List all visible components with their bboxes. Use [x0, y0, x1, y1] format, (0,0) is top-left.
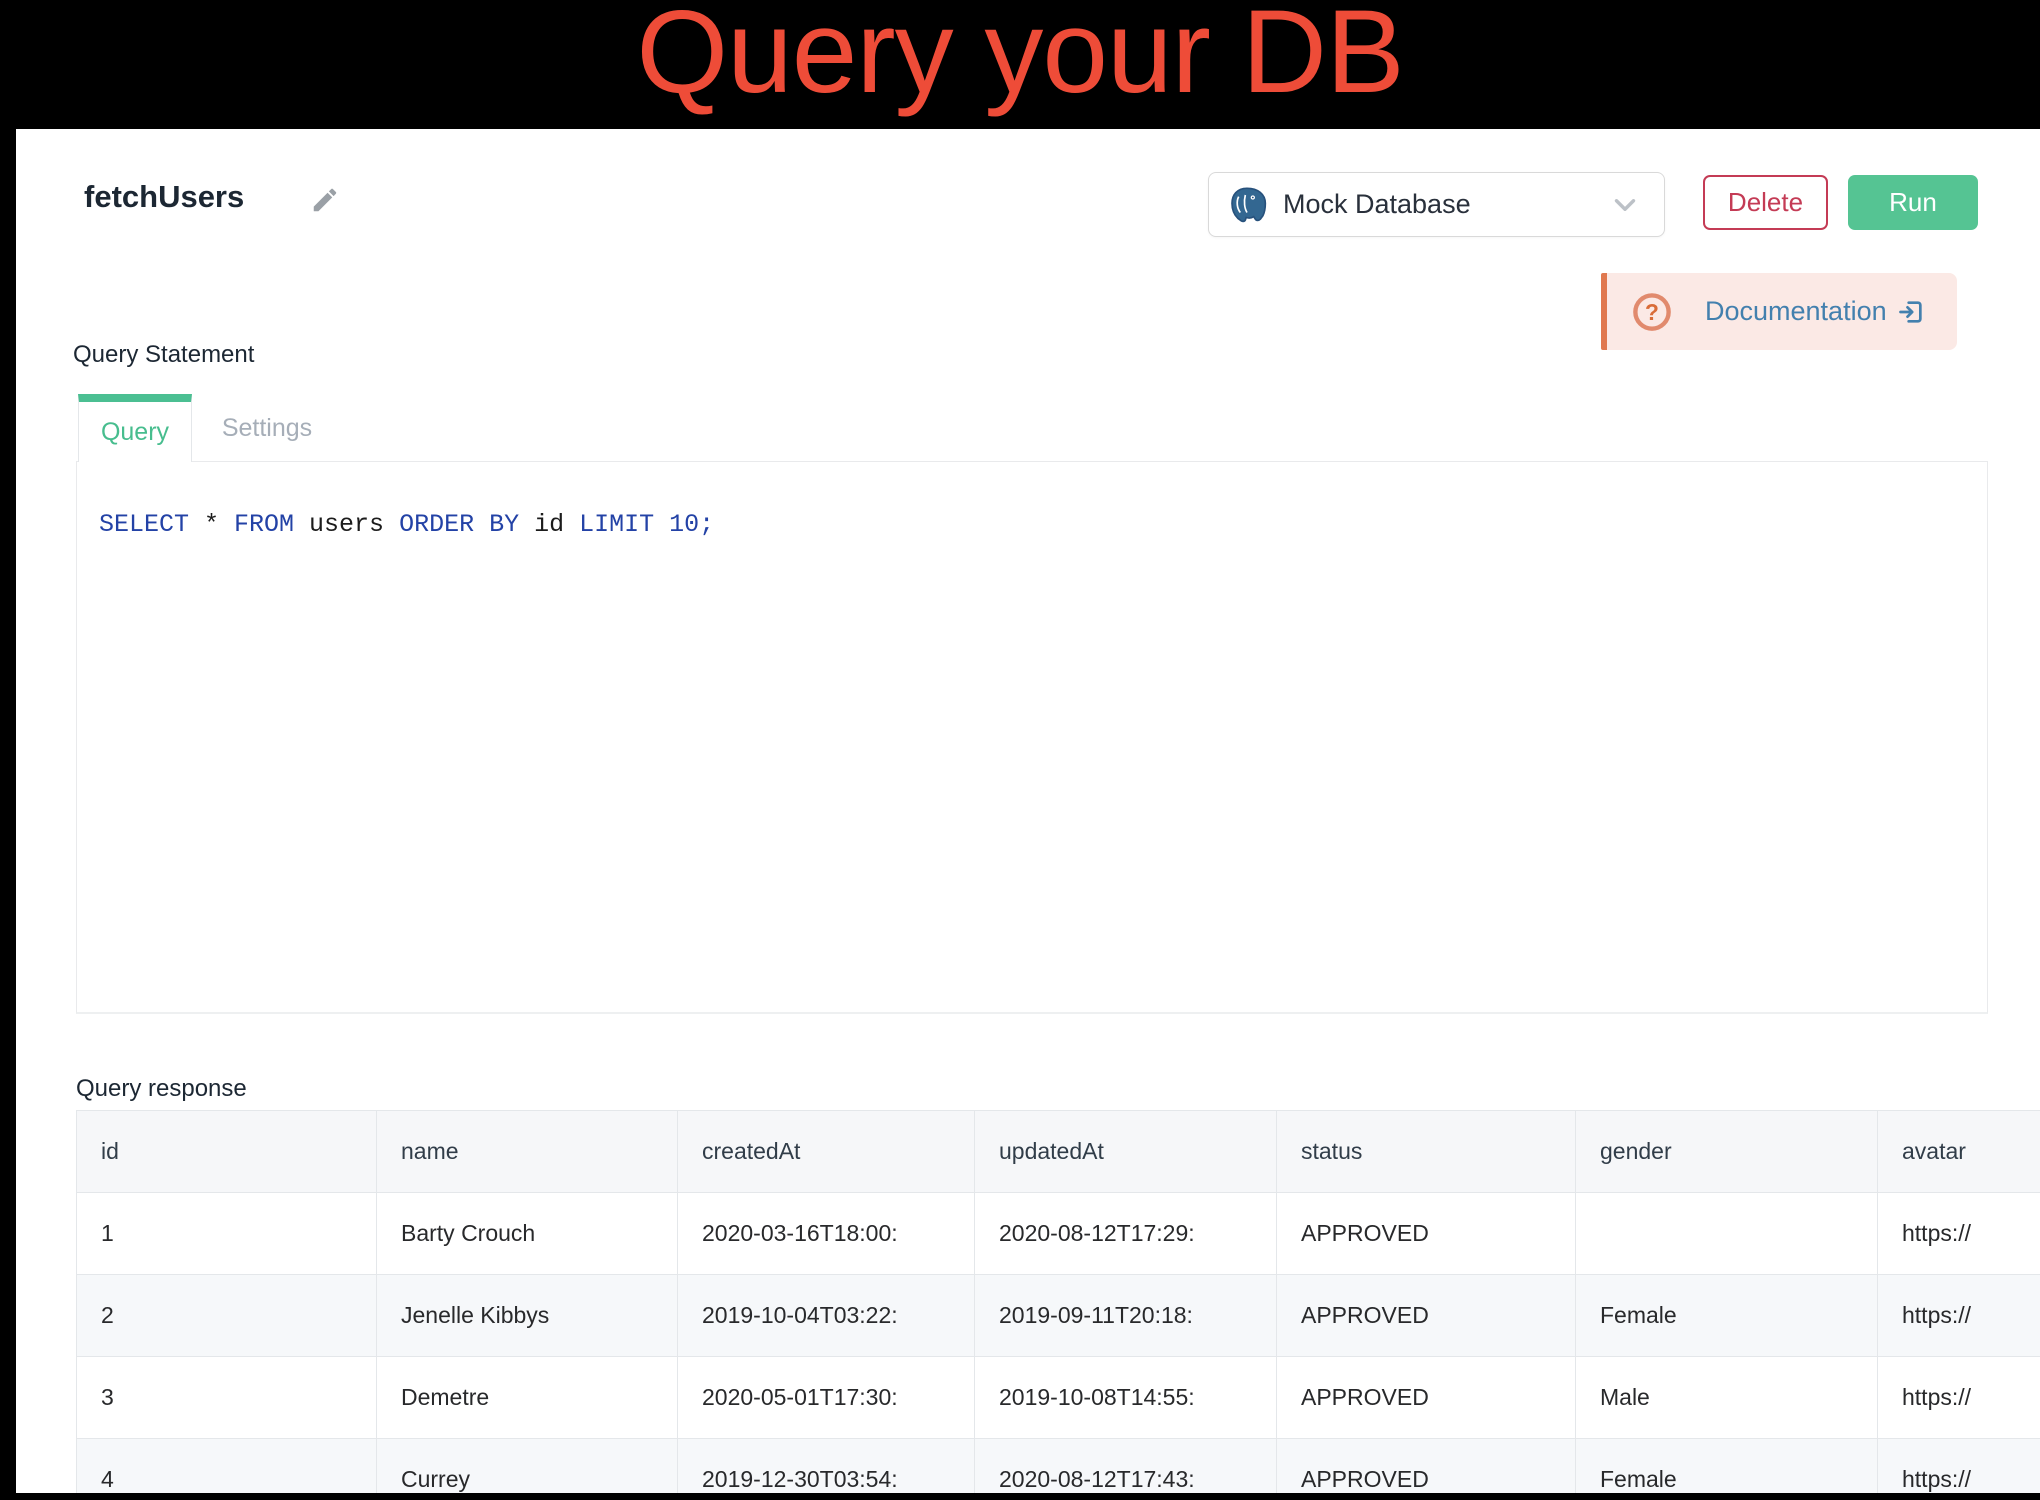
cell-status: APPROVED: [1277, 1193, 1576, 1275]
cell-name: Jenelle Kibbys: [377, 1275, 678, 1357]
cell-createdAt: 2019-10-04T03:22:: [678, 1275, 975, 1357]
cell-updatedAt: 2020-08-12T17:43:: [975, 1439, 1277, 1494]
column-header-updatedAt: updatedAt: [975, 1111, 1277, 1193]
column-header-id: id: [77, 1111, 377, 1193]
response-table-container: idnamecreatedAtupdatedAtstatusgenderavat…: [76, 1110, 2040, 1493]
cell-updatedAt: 2019-10-08T14:55:: [975, 1357, 1277, 1439]
column-header-status: status: [1277, 1111, 1576, 1193]
sql-token: LIMIT: [579, 510, 654, 539]
cell-createdAt: 2020-03-16T18:00:: [678, 1193, 975, 1275]
question-mark-icon: ?: [1631, 291, 1673, 333]
cell-avatar: https://: [1878, 1193, 2040, 1275]
column-header-name: name: [377, 1111, 678, 1193]
cell-id: 3: [77, 1357, 377, 1439]
cell-gender: Male: [1576, 1357, 1878, 1439]
top-banner: Query your DB: [0, 0, 2040, 129]
database-selector[interactable]: Mock Database: [1208, 172, 1665, 237]
cell-gender: Female: [1576, 1275, 1878, 1357]
cell-name: Currey: [377, 1439, 678, 1494]
cell-updatedAt: 2019-09-11T20:18:: [975, 1275, 1277, 1357]
table-row: 4Currey2019-12-30T03:54:2020-08-12T17:43…: [77, 1439, 2040, 1494]
sql-code-line: SELECT * FROM users ORDER BY id LIMIT 10…: [77, 462, 1987, 539]
table-row: 3Demetre2020-05-01T17:30:2019-10-08T14:5…: [77, 1357, 2040, 1439]
cell-status: APPROVED: [1277, 1439, 1576, 1494]
cell-createdAt: 2019-12-30T03:54:: [678, 1439, 975, 1494]
cell-name: Demetre: [377, 1357, 678, 1439]
cell-id: 4: [77, 1439, 377, 1494]
table-header-row: idnamecreatedAtupdatedAtstatusgenderavat…: [77, 1111, 2040, 1193]
tab-query[interactable]: Query: [78, 394, 192, 462]
sql-token: id: [519, 510, 579, 539]
cell-status: APPROVED: [1277, 1275, 1576, 1357]
sql-token: ORDER BY: [399, 510, 519, 539]
chevron-down-icon: [1608, 188, 1642, 222]
cell-gender: Female: [1576, 1439, 1878, 1494]
database-selector-value: Mock Database: [1283, 189, 1608, 220]
cell-id: 1: [77, 1193, 377, 1275]
sql-token: *: [189, 510, 234, 539]
column-header-gender: gender: [1576, 1111, 1878, 1193]
sql-editor[interactable]: SELECT * FROM users ORDER BY id LIMIT 10…: [76, 461, 1988, 1014]
query-tabs: QuerySettings: [78, 394, 342, 462]
cell-avatar: https://: [1878, 1275, 2040, 1357]
column-header-createdAt: createdAt: [678, 1111, 975, 1193]
sql-token: SELECT: [99, 510, 189, 539]
tab-settings[interactable]: Settings: [192, 394, 342, 462]
external-link-icon: [1897, 298, 1925, 326]
delete-button[interactable]: Delete: [1703, 175, 1828, 230]
table-row: 1Barty Crouch2020-03-16T18:00:2020-08-12…: [77, 1193, 2040, 1275]
cell-gender: [1576, 1193, 1878, 1275]
cell-updatedAt: 2020-08-12T17:29:: [975, 1193, 1277, 1275]
query-statement-label: Query Statement: [73, 341, 254, 369]
cell-createdAt: 2020-05-01T17:30:: [678, 1357, 975, 1439]
svg-text:?: ?: [1645, 298, 1659, 324]
cell-id: 2: [77, 1275, 377, 1357]
documentation-link[interactable]: ? Documentation: [1601, 273, 1957, 350]
cell-avatar: https://: [1878, 1439, 2040, 1494]
response-table: idnamecreatedAtupdatedAtstatusgenderavat…: [76, 1110, 2040, 1493]
banner-title: Query your DB: [0, 0, 2040, 120]
sql-token: users: [294, 510, 399, 539]
cell-avatar: https://: [1878, 1357, 2040, 1439]
run-button[interactable]: Run: [1848, 175, 1978, 230]
postgresql-icon: [1227, 185, 1267, 225]
sql-token: FROM: [234, 510, 294, 539]
query-response-label: Query response: [76, 1075, 247, 1103]
app-window: Query your DB fetchUsers Mock Database: [0, 0, 2040, 1500]
documentation-label: Documentation: [1705, 296, 1887, 327]
cell-status: APPROVED: [1277, 1357, 1576, 1439]
cell-name: Barty Crouch: [377, 1193, 678, 1275]
page-title: fetchUsers: [84, 179, 244, 215]
edit-pencil-icon[interactable]: [310, 185, 340, 215]
content-panel: fetchUsers Mock Database Delete Run: [16, 129, 2040, 1493]
table-row: 2Jenelle Kibbys2019-10-04T03:22:2019-09-…: [77, 1275, 2040, 1357]
column-header-avatar: avatar: [1878, 1111, 2040, 1193]
sql-token: 10;: [654, 510, 714, 539]
